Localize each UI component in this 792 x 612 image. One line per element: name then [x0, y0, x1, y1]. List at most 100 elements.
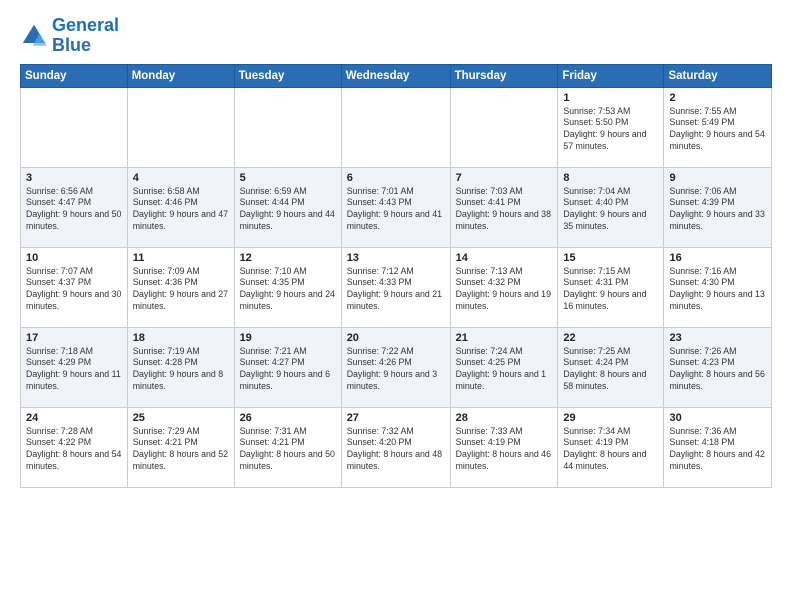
day-number: 4	[133, 172, 229, 184]
day-info: Sunrise: 7:21 AM Sunset: 4:27 PM Dayligh…	[240, 346, 336, 394]
calendar-cell: 23 Sunrise: 7:26 AM Sunset: 4:23 PM Dayli…	[664, 327, 772, 407]
day-number: 7	[456, 172, 553, 184]
calendar-body: 1 Sunrise: 7:53 AM Sunset: 5:50 PM Daylig…	[21, 87, 772, 487]
day-number: 14	[456, 252, 553, 264]
day-number: 20	[347, 332, 445, 344]
calendar-header-row: SundayMondayTuesdayWednesdayThursdayFrid…	[21, 64, 772, 87]
day-info: Sunrise: 7:18 AM Sunset: 4:29 PM Dayligh…	[26, 346, 122, 394]
day-info: Sunrise: 7:24 AM Sunset: 4:25 PM Dayligh…	[456, 346, 553, 394]
logo-text: General Blue	[52, 16, 119, 56]
day-header-thursday: Thursday	[450, 64, 558, 87]
day-info: Sunrise: 7:09 AM Sunset: 4:36 PM Dayligh…	[133, 266, 229, 314]
calendar-week-2: 3Sunrise: 6:56 AM Sunset: 4:47 PM Daylig…	[21, 167, 772, 247]
calendar-cell: 17Sunrise: 7:18 AM Sunset: 4:29 PM Dayli…	[21, 327, 128, 407]
day-info: Sunrise: 6:58 AM Sunset: 4:46 PM Dayligh…	[133, 186, 229, 234]
day-info: Sunrise: 7:12 AM Sunset: 4:33 PM Dayligh…	[347, 266, 445, 314]
day-info: Sunrise: 7:26 AM Sunset: 4:23 PM Dayligh…	[669, 346, 766, 394]
calendar-cell	[341, 87, 450, 167]
day-number: 8	[563, 172, 658, 184]
day-info: Sunrise: 7:13 AM Sunset: 4:32 PM Dayligh…	[456, 266, 553, 314]
calendar-cell: 4 Sunrise: 6:58 AM Sunset: 4:46 PM Daylig…	[127, 167, 234, 247]
day-info: Sunrise: 7:29 AM Sunset: 4:21 PM Dayligh…	[133, 426, 229, 474]
day-number: 16	[669, 252, 766, 264]
day-info: Sunrise: 7:22 AM Sunset: 4:26 PM Dayligh…	[347, 346, 445, 394]
calendar-week-5: 24 Sunrise: 7:28 AM Sunset: 4:22 PM Dayli…	[21, 407, 772, 487]
day-info: Sunrise: 7:04 AM Sunset: 4:40 PM Dayligh…	[563, 186, 658, 234]
day-info: Sunrise: 7:15 AM Sunset: 4:31 PM Dayligh…	[563, 266, 658, 314]
day-number: 12	[240, 252, 336, 264]
day-info: Sunrise: 7:33 AM Sunset: 4:19 PM Dayligh…	[456, 426, 553, 474]
calendar-cell	[234, 87, 341, 167]
day-number: 13	[347, 252, 445, 264]
calendar-cell: 25Sunrise: 7:29 AM Sunset: 4:21 PM Dayli…	[127, 407, 234, 487]
day-number: 2	[669, 92, 766, 104]
calendar-cell: 7Sunrise: 7:03 AM Sunset: 4:41 PM Daylig…	[450, 167, 558, 247]
day-number: 26	[240, 412, 336, 424]
day-number: 19	[240, 332, 336, 344]
day-info: Sunrise: 7:10 AM Sunset: 4:35 PM Dayligh…	[240, 266, 336, 314]
day-info: Sunrise: 7:32 AM Sunset: 4:20 PM Dayligh…	[347, 426, 445, 474]
day-info: Sunrise: 7:55 AM Sunset: 5:49 PM Dayligh…	[669, 106, 766, 154]
day-number: 1	[563, 92, 658, 104]
calendar-cell	[21, 87, 128, 167]
calendar-cell: 24 Sunrise: 7:28 AM Sunset: 4:22 PM Dayli…	[21, 407, 128, 487]
day-number: 24	[26, 412, 122, 424]
day-number: 5	[240, 172, 336, 184]
day-header-monday: Monday	[127, 64, 234, 87]
calendar-cell: 20 Sunrise: 7:22 AM Sunset: 4:26 PM Dayli…	[341, 327, 450, 407]
day-info: Sunrise: 7:31 AM Sunset: 4:21 PM Dayligh…	[240, 426, 336, 474]
calendar-cell: 26 Sunrise: 7:31 AM Sunset: 4:21 PM Dayli…	[234, 407, 341, 487]
logo-icon	[20, 22, 48, 50]
calendar-cell: 19 Sunrise: 7:21 AM Sunset: 4:27 PM Dayli…	[234, 327, 341, 407]
calendar-cell: 27Sunrise: 7:32 AM Sunset: 4:20 PM Dayli…	[341, 407, 450, 487]
day-info: Sunrise: 7:01 AM Sunset: 4:43 PM Dayligh…	[347, 186, 445, 234]
day-header-wednesday: Wednesday	[341, 64, 450, 87]
day-info: Sunrise: 7:34 AM Sunset: 4:19 PM Dayligh…	[563, 426, 658, 474]
calendar-cell	[127, 87, 234, 167]
calendar-cell: 6 Sunrise: 7:01 AM Sunset: 4:43 PM Daylig…	[341, 167, 450, 247]
day-number: 6	[347, 172, 445, 184]
calendar-cell: 14 Sunrise: 7:13 AM Sunset: 4:32 PM Dayli…	[450, 247, 558, 327]
day-info: Sunrise: 7:25 AM Sunset: 4:24 PM Dayligh…	[563, 346, 658, 394]
calendar-cell	[450, 87, 558, 167]
calendar-cell: 18Sunrise: 7:19 AM Sunset: 4:28 PM Dayli…	[127, 327, 234, 407]
calendar-cell: 29 Sunrise: 7:34 AM Sunset: 4:19 PM Dayli…	[558, 407, 664, 487]
day-number: 15	[563, 252, 658, 264]
calendar-cell: 3Sunrise: 6:56 AM Sunset: 4:47 PM Daylig…	[21, 167, 128, 247]
calendar-cell: 28 Sunrise: 7:33 AM Sunset: 4:19 PM Dayli…	[450, 407, 558, 487]
calendar-cell: 15 Sunrise: 7:15 AM Sunset: 4:31 PM Dayli…	[558, 247, 664, 327]
calendar-cell: 2 Sunrise: 7:55 AM Sunset: 5:49 PM Daylig…	[664, 87, 772, 167]
calendar-week-3: 10 Sunrise: 7:07 AM Sunset: 4:37 PM Dayli…	[21, 247, 772, 327]
day-number: 29	[563, 412, 658, 424]
header: General Blue	[20, 16, 772, 56]
calendar-cell: 10 Sunrise: 7:07 AM Sunset: 4:37 PM Dayli…	[21, 247, 128, 327]
day-number: 10	[26, 252, 122, 264]
calendar-cell: 22 Sunrise: 7:25 AM Sunset: 4:24 PM Dayli…	[558, 327, 664, 407]
calendar-cell: 30Sunrise: 7:36 AM Sunset: 4:18 PM Dayli…	[664, 407, 772, 487]
day-number: 9	[669, 172, 766, 184]
calendar-week-4: 17Sunrise: 7:18 AM Sunset: 4:29 PM Dayli…	[21, 327, 772, 407]
day-info: Sunrise: 7:53 AM Sunset: 5:50 PM Dayligh…	[563, 106, 658, 154]
calendar-cell: 9Sunrise: 7:06 AM Sunset: 4:39 PM Daylig…	[664, 167, 772, 247]
calendar-cell: 12 Sunrise: 7:10 AM Sunset: 4:35 PM Dayli…	[234, 247, 341, 327]
day-info: Sunrise: 7:28 AM Sunset: 4:22 PM Dayligh…	[26, 426, 122, 474]
day-header-sunday: Sunday	[21, 64, 128, 87]
day-info: Sunrise: 7:19 AM Sunset: 4:28 PM Dayligh…	[133, 346, 229, 394]
calendar-cell: 8 Sunrise: 7:04 AM Sunset: 4:40 PM Daylig…	[558, 167, 664, 247]
logo: General Blue	[20, 16, 119, 56]
day-info: Sunrise: 7:07 AM Sunset: 4:37 PM Dayligh…	[26, 266, 122, 314]
day-number: 23	[669, 332, 766, 344]
calendar-cell: 16 Sunrise: 7:16 AM Sunset: 4:30 PM Dayli…	[664, 247, 772, 327]
calendar-cell: 5 Sunrise: 6:59 AM Sunset: 4:44 PM Daylig…	[234, 167, 341, 247]
day-number: 28	[456, 412, 553, 424]
day-number: 3	[26, 172, 122, 184]
day-info: Sunrise: 6:59 AM Sunset: 4:44 PM Dayligh…	[240, 186, 336, 234]
day-number: 21	[456, 332, 553, 344]
day-header-friday: Friday	[558, 64, 664, 87]
day-number: 22	[563, 332, 658, 344]
day-number: 11	[133, 252, 229, 264]
calendar-cell: 21 Sunrise: 7:24 AM Sunset: 4:25 PM Dayli…	[450, 327, 558, 407]
day-info: Sunrise: 7:16 AM Sunset: 4:30 PM Dayligh…	[669, 266, 766, 314]
calendar-cell: 1 Sunrise: 7:53 AM Sunset: 5:50 PM Daylig…	[558, 87, 664, 167]
day-header-tuesday: Tuesday	[234, 64, 341, 87]
